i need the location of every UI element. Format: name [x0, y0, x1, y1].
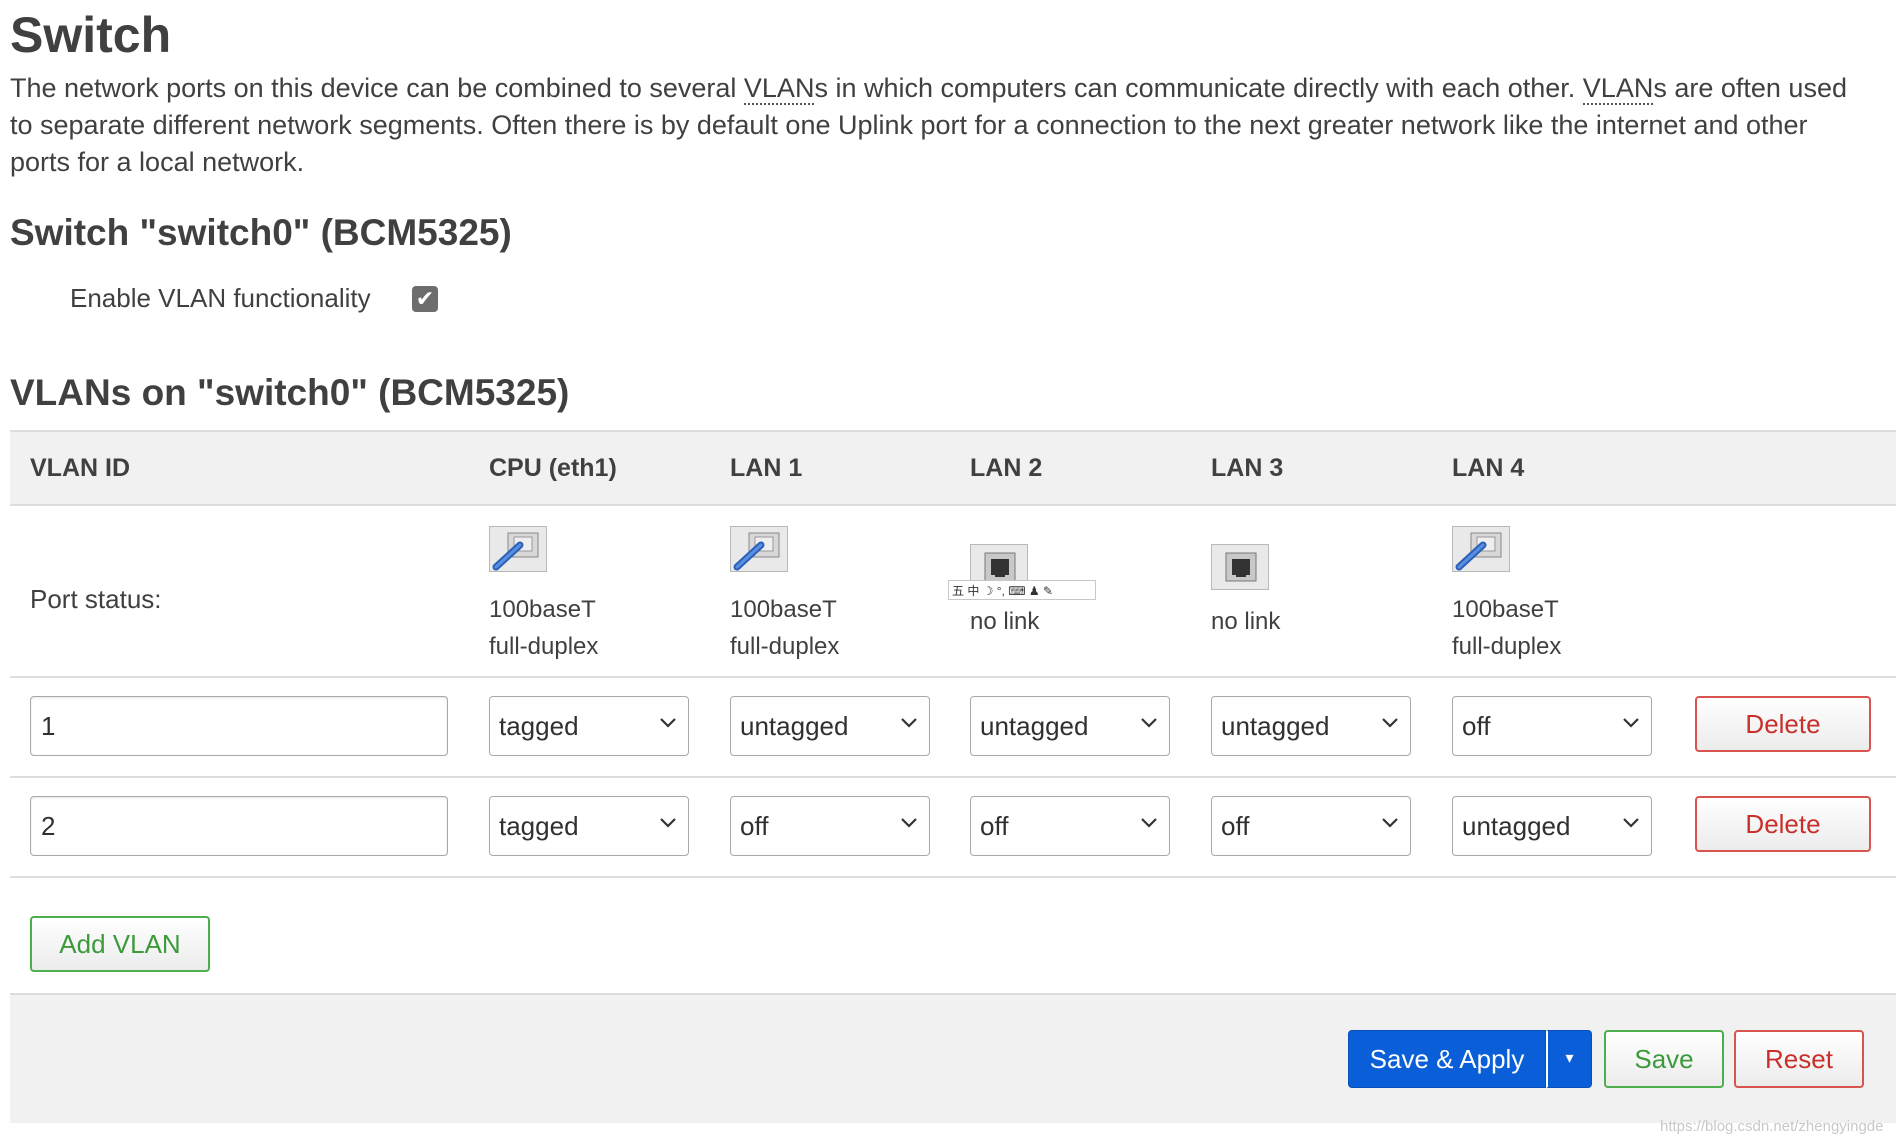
port-status-text: no link [1211, 608, 1281, 635]
header-cpu: CPU (eth1) [489, 454, 617, 482]
chevron-down-icon [1623, 718, 1639, 728]
delete-vlan-button[interactable]: Delete [1695, 696, 1871, 752]
vlan-row: tagged off off off untagged Delete [10, 778, 1896, 878]
port-duplex: full-duplex [1452, 633, 1562, 660]
delete-vlan-button[interactable]: Delete [1695, 796, 1871, 852]
vlan-id-input[interactable] [30, 796, 448, 856]
enable-vlan-checkbox[interactable]: ✔ [412, 286, 438, 312]
port-connected-icon [489, 526, 547, 572]
port-speed: 100baseT [730, 596, 837, 623]
chevron-down-icon [1382, 718, 1398, 728]
header-lan3: LAN 3 [1211, 454, 1284, 482]
port-duplex: full-duplex [489, 633, 599, 660]
save-apply-dropdown-toggle[interactable]: ▾ [1546, 1030, 1592, 1088]
checkmark-icon: ✔ [415, 286, 435, 311]
chevron-down-icon [1141, 818, 1157, 828]
port-connected-icon [730, 526, 788, 572]
vlan-id-input[interactable] [30, 696, 448, 756]
lan2-membership-select[interactable]: off [970, 796, 1170, 856]
port-status-label: Port status: [30, 584, 162, 614]
ime-toolbar[interactable]: 五 中 ☽ °, ⌨ ♟ ✎ [948, 580, 1096, 600]
vlan-row: tagged untagged untagged untagged off De… [10, 678, 1896, 778]
chevron-down-icon [1623, 818, 1639, 828]
header-vlan-id: VLAN ID [30, 454, 130, 482]
lan4-membership-select[interactable]: off [1452, 696, 1652, 756]
lan4-membership-select[interactable]: untagged [1452, 796, 1652, 856]
vlans-section-title: VLANs on "switch0" (BCM5325) [10, 372, 570, 413]
port-duplex: full-duplex [730, 633, 840, 660]
chevron-down-icon [901, 718, 917, 728]
table-header: VLAN ID CPU (eth1) LAN 1 LAN 2 LAN 3 LAN… [10, 430, 1896, 506]
header-lan1: LAN 1 [730, 454, 803, 482]
switch-section-title: Switch "switch0" (BCM5325) [10, 212, 512, 253]
enable-vlan-label: Enable VLAN functionality [70, 283, 371, 313]
port-connected-icon [1452, 526, 1510, 572]
port-disconnected-icon [1211, 544, 1269, 590]
page-description: The network ports on this device can be … [10, 73, 1847, 177]
lan3-membership-select[interactable]: off [1211, 796, 1411, 856]
port-speed: 100baseT [489, 596, 596, 623]
lan1-membership-select[interactable]: off [730, 796, 930, 856]
header-lan4: LAN 4 [1452, 454, 1525, 482]
reset-button[interactable]: Reset [1734, 1030, 1864, 1088]
port-status-row: Port status: 100baseT full-duplex 100bas… [10, 504, 1896, 678]
port-status-text: no link [970, 608, 1040, 635]
port-speed: 100baseT [1452, 596, 1559, 623]
watermark: https://blog.csdn.net/zhengyingde [1660, 1118, 1884, 1135]
header-lan2: LAN 2 [970, 454, 1043, 482]
action-footer: Save & Apply ▾ Save Reset [10, 993, 1896, 1123]
caret-down-icon: ▾ [1565, 1050, 1574, 1067]
vlan-abbr: VLAN [1582, 73, 1654, 105]
page-title: Switch [10, 7, 172, 63]
chevron-down-icon [660, 818, 676, 828]
chevron-down-icon [1141, 718, 1157, 728]
save-and-apply-button[interactable]: Save & Apply [1348, 1030, 1546, 1088]
cpu-membership-select[interactable]: tagged [489, 796, 689, 856]
vlan-abbr: VLAN [743, 73, 815, 105]
lan1-membership-select[interactable]: untagged [730, 696, 930, 756]
chevron-down-icon [660, 718, 676, 728]
save-button[interactable]: Save [1604, 1030, 1724, 1088]
lan3-membership-select[interactable]: untagged [1211, 696, 1411, 756]
add-vlan-button[interactable]: Add VLAN [30, 916, 210, 972]
switch-page: Switch The network ports on this device … [0, 0, 1902, 1140]
chevron-down-icon [1382, 818, 1398, 828]
lan2-membership-select[interactable]: untagged [970, 696, 1170, 756]
cpu-membership-select[interactable]: tagged [489, 696, 689, 756]
chevron-down-icon [901, 818, 917, 828]
